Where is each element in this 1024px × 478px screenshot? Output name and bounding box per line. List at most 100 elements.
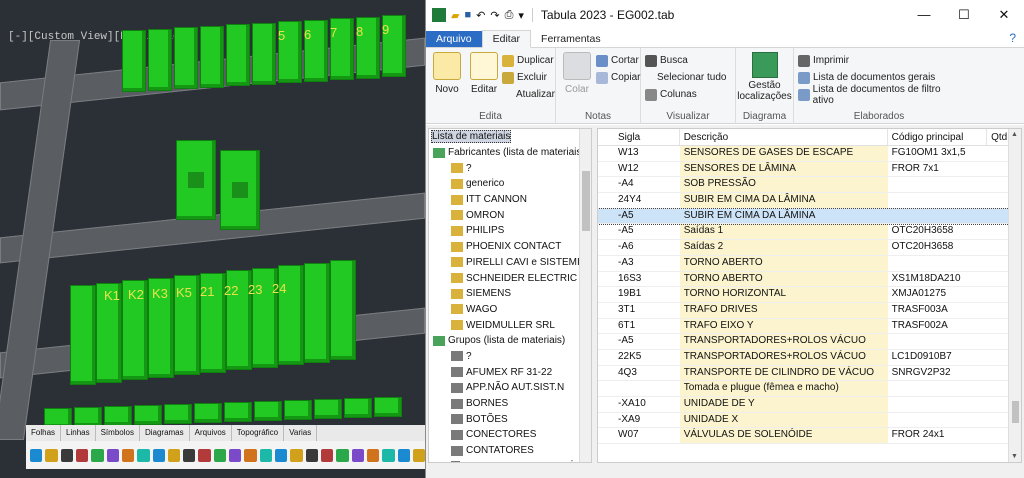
- chevron-down-icon[interactable]: ▾: [518, 9, 524, 22]
- tab-ferramentas[interactable]: Ferramentas: [531, 31, 611, 47]
- table-row[interactable]: 6T1 TRAFO EIXO Y TRASF002A: [598, 318, 1021, 335]
- cell-descricao[interactable]: UNIDADE X: [679, 412, 888, 428]
- cell-descricao[interactable]: SENSORES DE GASES DE ESCAPE: [679, 146, 888, 161]
- cad-tool-icon[interactable]: [198, 448, 211, 462]
- column-header-descricao[interactable]: Descrição: [680, 129, 888, 145]
- cell-codigo[interactable]: [888, 413, 988, 428]
- cell-codigo[interactable]: [888, 256, 988, 271]
- cad-viewport[interactable]: [-][Custom View][Realistic] 56789 K1 K2 K3…: [0, 0, 425, 478]
- colunas-button[interactable]: Colunas: [645, 86, 731, 103]
- help-icon[interactable]: ?: [999, 29, 1024, 47]
- terminal-block[interactable]: [252, 22, 276, 85]
- relay-component[interactable]: [220, 150, 260, 230]
- cell-descricao[interactable]: TRANSPORTE DE CILINDRO DE VÁCUO: [679, 365, 888, 381]
- cad-tab[interactable]: Varias: [284, 425, 318, 441]
- tree-item-fabricante[interactable]: PIRELLI CAVI e SISTEMI: [429, 255, 591, 271]
- cell-sigla[interactable]: 6T1: [598, 319, 680, 334]
- app-icon[interactable]: [432, 8, 446, 22]
- tree-item-grupo[interactable]: APP.NÃO AUT.SIST.N: [429, 380, 591, 396]
- cell-codigo[interactable]: FROR 24x1: [888, 428, 988, 443]
- tree-item-fabricante[interactable]: ITT CANNON: [429, 192, 591, 208]
- cell-codigo[interactable]: [888, 334, 988, 349]
- cell-descricao[interactable]: SENSORES DE LÂMINA: [679, 161, 888, 177]
- terminal-block[interactable]: [278, 265, 304, 365]
- table-row[interactable]: -XA10 UNIDADE DE Y: [598, 397, 1021, 413]
- tree-item-fabricante[interactable]: WEIDMULLER SRL: [429, 317, 591, 333]
- table-row[interactable]: -A5 Saídas 1 OTC20H3658: [598, 224, 1021, 241]
- cell-codigo[interactable]: FROR 7x1: [888, 162, 988, 177]
- tree-item-grupo[interactable]: CONECTORES: [429, 427, 591, 443]
- terminal-block[interactable]: [344, 398, 372, 418]
- gestao-localizacoes-button[interactable]: Gestão localizações: [737, 52, 792, 102]
- terminal-block[interactable]: [314, 399, 342, 419]
- table-row[interactable]: -A6 Saídas 2 OTC20H3658: [598, 240, 1021, 256]
- cell-sigla[interactable]: [598, 381, 680, 396]
- terminal-block[interactable]: [226, 24, 250, 86]
- tree-group-fabricantes[interactable]: Fabricantes (lista de materiais): [429, 145, 591, 161]
- tree-scrollbar[interactable]: [579, 129, 591, 462]
- cad-tool-icon[interactable]: [244, 448, 257, 462]
- table-row[interactable]: 4Q3 TRANSPORTE DE CILINDRO DE VÁCUO SNRGV2…: [598, 365, 1021, 382]
- table-row[interactable]: 3T1 TRAFO DRIVES TRASF003A: [598, 302, 1021, 319]
- cell-codigo[interactable]: [888, 177, 988, 192]
- cell-codigo[interactable]: TRASF002A: [888, 319, 988, 334]
- cad-tab[interactable]: Arquivos: [190, 425, 232, 441]
- tree-item-grupo[interactable]: CONTATORES: [429, 443, 591, 459]
- cad-tool-icon[interactable]: [229, 448, 242, 462]
- imprimir-button[interactable]: Imprimir: [798, 52, 960, 69]
- terminal-block[interactable]: [164, 404, 192, 424]
- maximize-button[interactable]: ☐: [944, 7, 984, 23]
- folder-icon[interactable]: ▰: [451, 9, 459, 22]
- cell-descricao[interactable]: TRAFO DRIVES: [679, 302, 888, 318]
- cad-tool-icon[interactable]: [259, 448, 272, 462]
- table-row[interactable]: 16S3 TORNO ABERTO XS1M18DA210: [598, 271, 1021, 288]
- table-row[interactable]: W12 SENSORES DE LÂMINA FROR 7x1: [598, 161, 1021, 178]
- cell-codigo[interactable]: [888, 193, 988, 208]
- cad-tool-icon[interactable]: [336, 448, 349, 462]
- copiar-button[interactable]: Copiar: [596, 69, 640, 86]
- redo-icon[interactable]: ↷: [490, 9, 499, 22]
- cad-tab[interactable]: Folhas: [26, 425, 62, 441]
- cad-tool-icon[interactable]: [305, 448, 318, 462]
- busca-button[interactable]: Busca: [645, 52, 731, 69]
- terminal-block[interactable]: [104, 406, 132, 426]
- terminal-block[interactable]: [330, 260, 356, 360]
- cad-tab[interactable]: Diagramas: [140, 425, 190, 441]
- excluir-button[interactable]: Excluir: [502, 69, 555, 86]
- table-row[interactable]: -A4 SOB PRESSÃO: [598, 177, 1021, 194]
- scroll-up-icon[interactable]: ▲: [1011, 131, 1018, 138]
- cad-tab[interactable]: Símbolos: [96, 425, 140, 441]
- cad-tool-icon[interactable]: [137, 448, 150, 462]
- cell-sigla[interactable]: -XA9: [598, 413, 680, 428]
- table-row[interactable]: W07 VÁLVULAS DE SOLENÓIDE FROR 24x1: [598, 428, 1021, 445]
- cell-sigla[interactable]: 24Y4: [598, 193, 680, 208]
- cad-tool-icon[interactable]: [60, 448, 73, 462]
- tree-item-fabricante[interactable]: PHOENIX CONTACT: [429, 239, 591, 255]
- cad-tool-icon[interactable]: [152, 448, 165, 462]
- cell-codigo[interactable]: XS1M18DA210: [888, 272, 988, 287]
- cad-tool-icon[interactable]: [412, 448, 425, 462]
- cell-descricao[interactable]: TRANSPORTADORES+ROLOS VÁCUO: [679, 349, 888, 365]
- cell-sigla[interactable]: -A4: [598, 177, 680, 192]
- selecionar-tudo-button[interactable]: Selecionar tudo: [645, 69, 731, 86]
- cell-descricao[interactable]: TORNO ABERTO: [679, 255, 888, 271]
- cell-sigla[interactable]: -XA10: [598, 397, 680, 412]
- cell-descricao[interactable]: SUBIR EM CIMA DA LÂMINA: [679, 208, 888, 224]
- tree-item-fabricante[interactable]: ?: [429, 160, 591, 176]
- tree-item-grupo[interactable]: CORDAS E CABOS ELÉTRI: [429, 458, 591, 462]
- cell-descricao[interactable]: TORNO HORIZONTAL: [679, 287, 888, 302]
- tree-item-fabricante[interactable]: WAGO: [429, 302, 591, 318]
- lista-filtro-button[interactable]: Lista de documentos de filtro ativo: [798, 84, 960, 106]
- cell-codigo[interactable]: OTC20H3658: [888, 224, 988, 239]
- terminal-block[interactable]: [374, 397, 402, 417]
- cell-codigo[interactable]: SNRGV2P32: [888, 366, 988, 381]
- cell-sigla[interactable]: -A3: [598, 256, 680, 271]
- cad-tool-icon[interactable]: [106, 448, 119, 462]
- cell-sigla[interactable]: W07: [598, 428, 680, 443]
- scroll-down-icon[interactable]: ▼: [1011, 453, 1018, 460]
- tree-item-grupo[interactable]: BORNES: [429, 396, 591, 412]
- cell-descricao[interactable]: Saídas 2: [679, 240, 888, 255]
- table-row[interactable]: -A3 TORNO ABERTO: [598, 255, 1021, 272]
- cell-descricao[interactable]: UNIDADE DE Y: [679, 397, 888, 412]
- minimize-button[interactable]: —: [904, 7, 944, 23]
